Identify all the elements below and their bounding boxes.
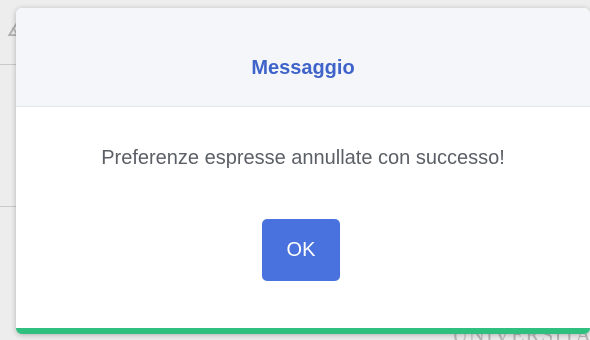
message-dialog: Messaggio Preferenze espresse annullate … [16,8,590,334]
dialog-body: Preferenze espresse annullate con succes… [16,107,590,328]
dialog-title: Messaggio [251,56,355,79]
ok-button[interactable]: OK [262,219,340,281]
dialog-message: Preferenze espresse annullate con succes… [101,147,505,169]
dialog-accent-bar [16,328,590,334]
dialog-header: Messaggio [16,8,590,107]
